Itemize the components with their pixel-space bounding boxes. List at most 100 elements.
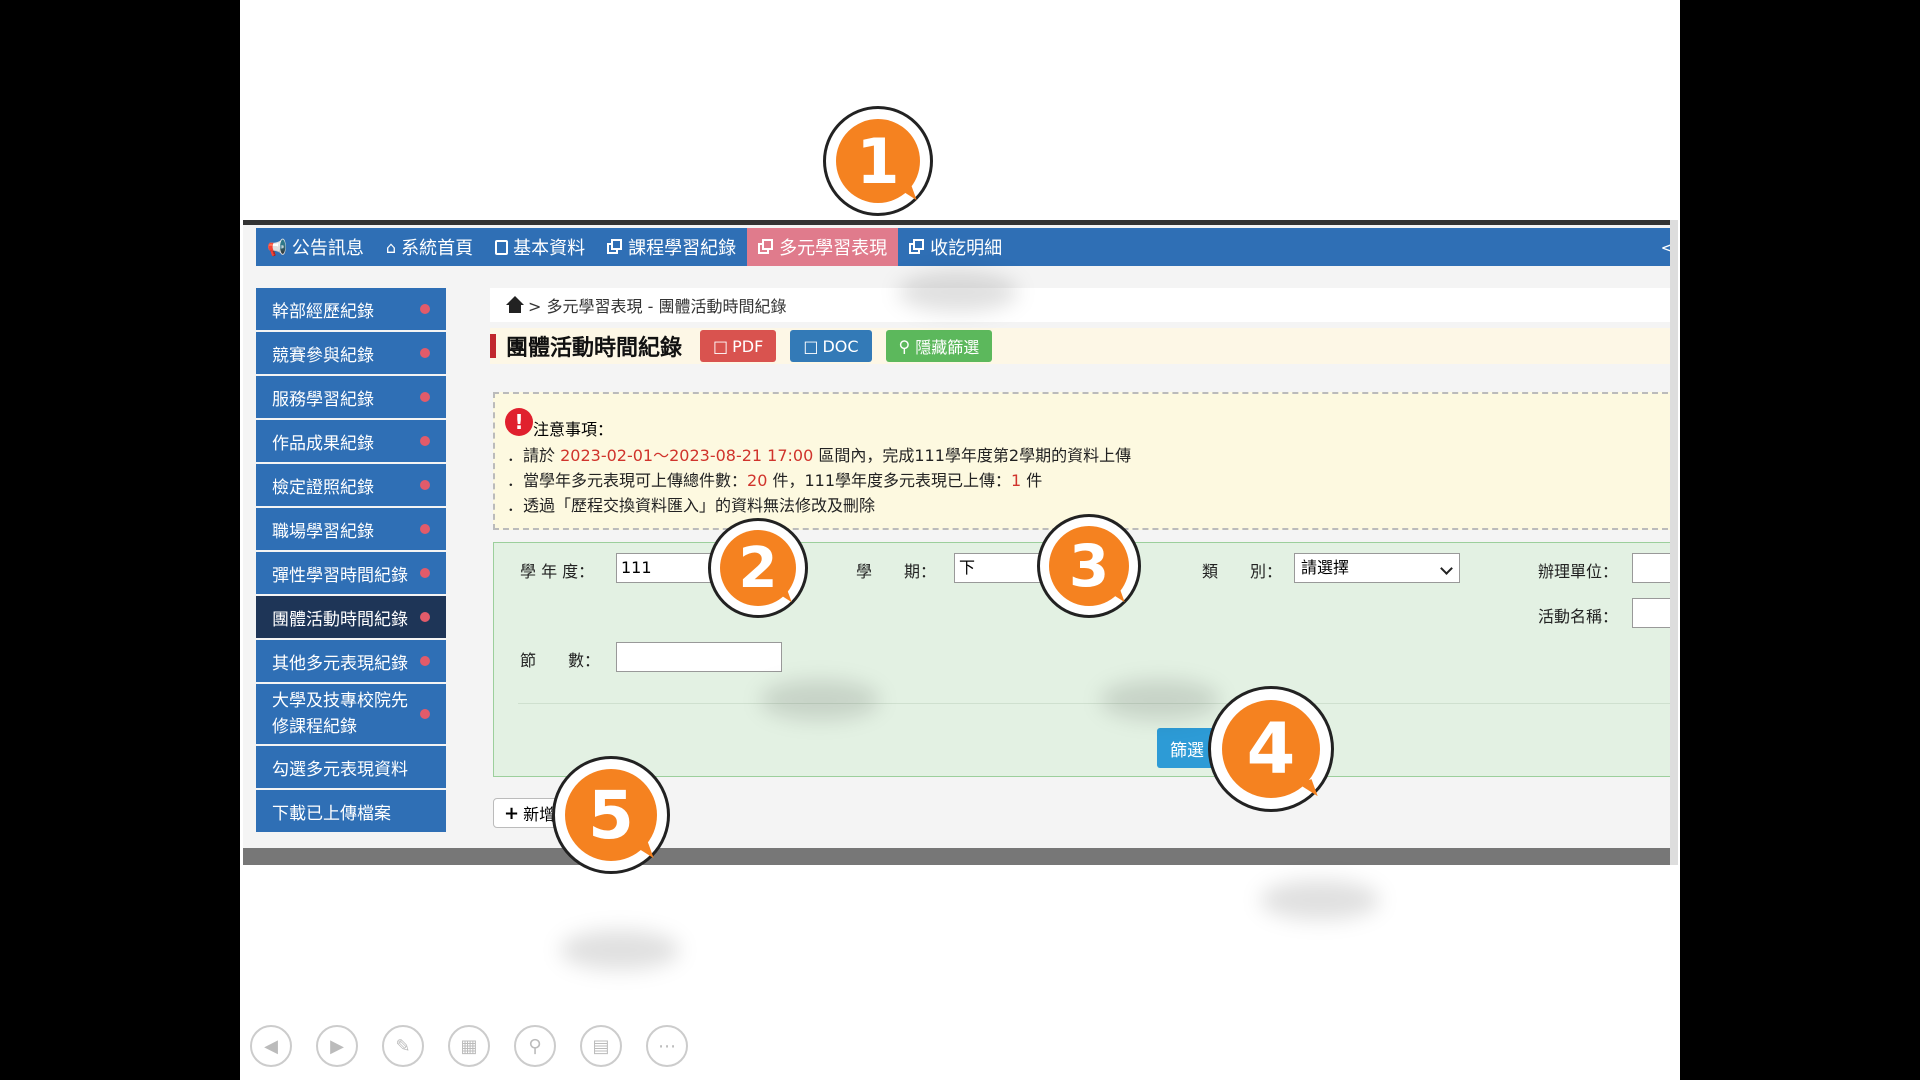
status-dot-icon <box>420 656 430 666</box>
pdf-file-icon: □ <box>713 336 729 356</box>
hide-filter-button[interactable]: ⚲ 隱藏篩選 <box>885 330 993 362</box>
more-options-icon[interactable]: ⋯ <box>646 1025 688 1067</box>
status-dot-icon <box>420 480 430 490</box>
nav-item-diverse-performance[interactable]: 多元學習表現 <box>747 228 899 266</box>
sidebar-item-advanced-courses[interactable]: 大學及技專校院先 修課程紀錄 <box>256 684 446 746</box>
badge-shadow <box>560 930 680 970</box>
sessions-label: 節 數： <box>520 651 601 670</box>
title-bar: 團體活動時間紀錄 □ PDF □ DOC ⚲ 隱藏篩選 <box>490 328 1678 364</box>
sidebar-item-works[interactable]: 作品成果紀錄 <box>256 420 446 464</box>
status-dot-icon <box>420 709 430 719</box>
callout-badge-4: 4 <box>1208 686 1334 812</box>
copy-icon <box>909 239 926 255</box>
warning-icon: ! <box>505 408 533 436</box>
breadcrumb-text: > 多元學習表現 - 團體活動時間紀錄 <box>528 297 787 316</box>
notice-text: ．請於 <box>507 446 556 465</box>
sidebar-item-label: 彈性學習時間紀錄 <box>272 565 408 586</box>
nav-item-label: 課程學習紀錄 <box>628 238 737 259</box>
home-icon: ⌂ <box>385 237 397 257</box>
sidebar-item-other-performance[interactable]: 其他多元表現紀錄 <box>256 640 446 684</box>
nav-item-basic-info[interactable]: 基本資料 <box>484 228 596 266</box>
category-selected: 請選擇 <box>1301 558 1350 577</box>
copy-icon <box>758 239 775 255</box>
nav-item-label: 多元學習表現 <box>779 238 888 259</box>
callout-badge-1: 1 <box>823 106 933 216</box>
sidebar-item-label: 大學及技專校院先 修課程紀錄 <box>272 691 408 737</box>
sidebar-item-certificates[interactable]: 檢定證照紀錄 <box>256 464 446 508</box>
status-dot-icon <box>420 348 430 358</box>
sidebar-item-label: 作品成果紀錄 <box>272 433 374 454</box>
zoom-icon[interactable]: ⚲ <box>514 1025 556 1067</box>
callout-badge-5: 5 <box>552 756 670 874</box>
top-border <box>243 220 1678 225</box>
pdf-button[interactable]: □ PDF <box>700 330 777 362</box>
nav-item-label: 收訖明細 <box>930 238 1003 259</box>
document-icon <box>495 239 509 255</box>
sidebar-item-label: 職場學習紀錄 <box>272 521 374 542</box>
sessions-input[interactable] <box>616 642 782 672</box>
sidebar: 幹部經歷紀錄 競賽參與紀錄 服務學習紀錄 作品成果紀錄 檢定證照紀錄 職場學習紀… <box>256 288 446 834</box>
presentation-toolbar: ◀ ▶ ✎ ▦ ⚲ ▤ ⋯ <box>250 1025 712 1067</box>
doc-button[interactable]: □ DOC <box>790 330 872 362</box>
presentation-slide: 📢 公告訊息 ⌂ 系統首頁 基本資料 課程學習紀錄 多元學習表現 收訖明細 < … <box>240 0 1680 1080</box>
breadcrumb: > 多元學習表現 - 團體活動時間紀錄 <box>490 288 1678 322</box>
nav-item-home[interactable]: ⌂ 系統首頁 <box>375 228 484 266</box>
chevron-down-icon <box>1440 562 1453 575</box>
notice-line-deadline: ．請於 2023-02-01～2023-08-21 17:00 區間內，完成11… <box>507 442 1131 466</box>
sidebar-item-download-files[interactable]: 下載已上傳檔案 <box>256 790 446 834</box>
status-dot-icon <box>420 436 430 446</box>
sidebar-item-label: 檢定證照紀錄 <box>272 477 374 498</box>
sidebar-item-label: 服務學習紀錄 <box>272 389 374 410</box>
filter-divider <box>518 703 1677 704</box>
previous-slide-icon[interactable]: ◀ <box>250 1025 292 1067</box>
slides-grid-icon[interactable]: ▦ <box>448 1025 490 1067</box>
nav-item-label: 系統首頁 <box>401 238 474 259</box>
notice-text: 件 <box>1026 471 1043 490</box>
category-label: 類 別： <box>1202 562 1283 581</box>
nav-item-label: 公告訊息 <box>291 238 364 259</box>
category-select[interactable]: 請選擇 <box>1294 553 1460 583</box>
status-dot-icon <box>420 612 430 622</box>
badge-shadow <box>1100 680 1220 720</box>
copy-icon <box>607 239 624 255</box>
sidebar-item-label: 幹部經歷紀錄 <box>272 301 374 322</box>
bottom-border <box>243 848 1678 865</box>
pen-icon[interactable]: ✎ <box>382 1025 424 1067</box>
notice-title: 注意事項： <box>533 420 614 439</box>
megaphone-icon: 📢 <box>267 237 287 257</box>
badge-tail <box>897 183 917 205</box>
next-slide-icon[interactable]: ▶ <box>316 1025 358 1067</box>
sidebar-item-workplace[interactable]: 職場學習紀錄 <box>256 508 446 552</box>
semester-label: 學 期： <box>856 562 937 581</box>
sidebar-item-select-performance[interactable]: 勾選多元表現資料 <box>256 746 446 790</box>
organizer-label: 辦理單位： <box>1538 562 1619 581</box>
pdf-button-label: PDF <box>732 336 764 356</box>
screenshot-frame: 📢 公告訊息 ⌂ 系統首頁 基本資料 課程學習紀錄 多元學習表現 收訖明細 < … <box>243 220 1678 865</box>
uploaded-count: 1 <box>1011 471 1022 490</box>
sidebar-item-service[interactable]: 服務學習紀錄 <box>256 376 446 420</box>
top-nav: 📢 公告訊息 ⌂ 系統首頁 基本資料 課程學習紀錄 多元學習表現 收訖明細 < <box>256 228 1678 266</box>
upload-period: 2023-02-01～2023-08-21 17:00 <box>560 446 814 465</box>
word-file-icon: □ <box>803 336 819 356</box>
subtitles-icon[interactable]: ▤ <box>580 1025 622 1067</box>
search-icon: ⚲ <box>898 336 911 356</box>
sidebar-item-group-activity[interactable]: 團體活動時間紀錄 <box>256 596 446 640</box>
sidebar-item-label: 勾選多元表現資料 <box>272 759 408 780</box>
nav-item-receipt-details[interactable]: 收訖明細 <box>898 228 1013 266</box>
notice-text: ．當學年多元表現可上傳總件數： <box>507 471 748 490</box>
nav-item-announcements[interactable]: 📢 公告訊息 <box>256 228 375 266</box>
home-icon[interactable] <box>506 296 524 314</box>
sidebar-item-label: 下載已上傳檔案 <box>272 803 391 824</box>
notice-text: 件，111學年度多元表現已上傳： <box>772 471 1012 490</box>
hide-filter-label: 隱藏篩選 <box>915 338 980 357</box>
add-button-label: 新增 <box>523 805 556 824</box>
activity-label: 活動名稱： <box>1538 607 1619 626</box>
badge-shadow <box>898 272 1018 312</box>
sidebar-item-cadre[interactable]: 幹部經歷紀錄 <box>256 288 446 332</box>
sidebar-item-competition[interactable]: 競賽參與紀錄 <box>256 332 446 376</box>
sidebar-item-flexible-learning[interactable]: 彈性學習時間紀錄 <box>256 552 446 596</box>
status-dot-icon <box>420 304 430 314</box>
title-accent <box>490 334 496 358</box>
nav-item-course-records[interactable]: 課程學習紀錄 <box>596 228 747 266</box>
notice-line-count: ．當學年多元表現可上傳總件數：20 件，111學年度多元表現已上傳：1 件 <box>507 467 1042 491</box>
